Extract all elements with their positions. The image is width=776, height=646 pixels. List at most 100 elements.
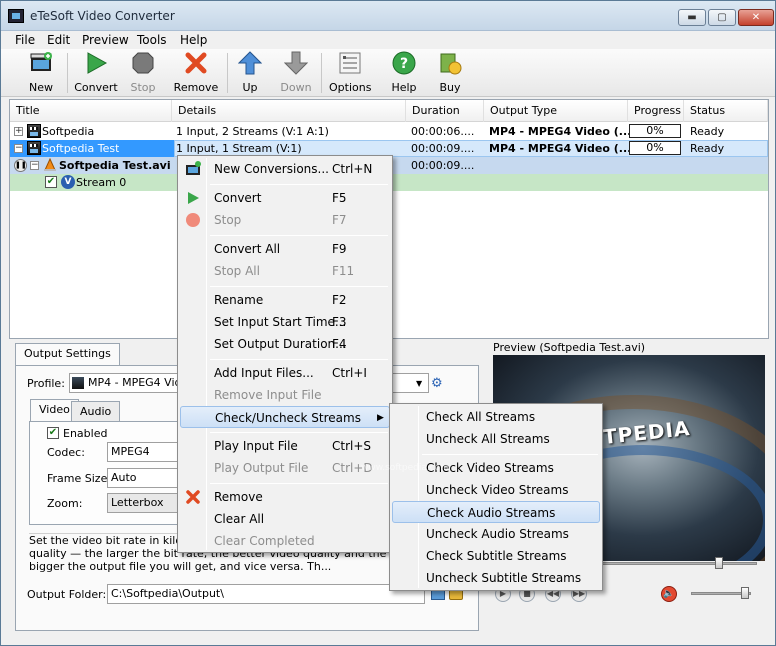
menu-item-check-subtitle-streams[interactable]: Check Subtitle Streams [392, 545, 600, 567]
zoom-select[interactable]: Letterbox [107, 493, 187, 513]
table-row[interactable]: + Softpedia 1 Input, 2 Streams (V:1 A:1)… [10, 123, 768, 140]
menu-tools[interactable]: Tools [137, 33, 167, 47]
help-icon: ? [392, 51, 416, 75]
menu-separator [422, 454, 598, 455]
menu-item-uncheck-all-streams[interactable]: Uncheck All Streams [392, 428, 600, 450]
buy-icon [440, 53, 462, 75]
remove-button[interactable]: Remove [173, 51, 219, 95]
enabled-checkbox[interactable]: ✔ [47, 427, 59, 439]
collapse-icon[interactable]: − [14, 144, 23, 153]
film-icon [27, 141, 41, 155]
buy-button[interactable]: Buy [435, 51, 465, 95]
toolbar: New Convert Stop Remove Up Down Options [1, 49, 775, 97]
film-icon [27, 124, 41, 138]
menu-item-play-input-file[interactable]: Play Input File Ctrl+S [180, 435, 390, 457]
row-details: 1 Input, 2 Streams (V:1 A:1) [176, 125, 329, 138]
menu-item-remove[interactable]: Remove [180, 486, 390, 508]
options-button[interactable]: Options [329, 51, 371, 95]
menu-item-check-uncheck-streams[interactable]: Check/Uncheck Streams ▶ [180, 406, 390, 428]
menu-item-uncheck-subtitle-streams[interactable]: Uncheck Subtitle Streams [392, 567, 600, 589]
menu-separator [210, 483, 388, 484]
play-icon [87, 52, 108, 74]
stop-icon [132, 52, 154, 74]
convert-button[interactable]: Convert [73, 51, 119, 95]
column-output-type[interactable]: Output Type [484, 100, 628, 122]
column-duration[interactable]: Duration [406, 100, 484, 122]
enabled-label: Enabled [63, 427, 108, 440]
menu-item-set-output-duration[interactable]: Set Output Duration... F4 [180, 333, 390, 355]
menu-item-check-all-streams[interactable]: Check All Streams [392, 406, 600, 428]
menu-item-stop-all[interactable]: Stop All F11 [180, 260, 390, 282]
volume-icon[interactable]: 🔈 [661, 586, 677, 602]
column-details[interactable]: Details [172, 100, 406, 122]
menu-preview[interactable]: Preview [82, 33, 129, 47]
maximize-button[interactable]: ▢ [708, 9, 736, 26]
column-title[interactable]: Title [10, 100, 172, 122]
menu-item-remove-input-file[interactable]: Remove Input File [180, 384, 390, 406]
down-button[interactable]: Down [279, 51, 313, 95]
row-status: Ready [690, 142, 725, 155]
close-button[interactable]: ✕ [738, 9, 774, 26]
seek-slider-thumb[interactable] [715, 557, 723, 569]
arrow-down-icon [284, 51, 308, 75]
toolbar-separator [227, 53, 228, 93]
menu-separator [210, 235, 388, 236]
up-button[interactable]: Up [235, 51, 265, 95]
codec-select[interactable]: MPEG4 [107, 442, 187, 462]
frame-size-select[interactable]: Auto [107, 468, 187, 488]
output-folder-input[interactable]: C:\Softpedia\Output\ [107, 584, 425, 604]
preview-label: Preview (Softpedia Test.avi) [493, 341, 646, 354]
menu-item-convert[interactable]: Convert F5 [180, 187, 390, 209]
menu-item-add-input-files[interactable]: Add Input Files... Ctrl+I [180, 362, 390, 384]
help-button[interactable]: ? Help [389, 51, 419, 95]
list-header: Title Details Duration Output Type Progr… [10, 100, 768, 122]
app-film-icon [8, 9, 24, 23]
menu-item-uncheck-audio-streams[interactable]: Uncheck Audio Streams [392, 523, 600, 545]
main-window: eTeSoft Video Converter ▬ ▢ ✕ File Edit … [0, 0, 776, 646]
stop-icon [186, 213, 200, 227]
menu-item-new-conversions[interactable]: New Conversions... Ctrl+N [180, 158, 390, 180]
minimize-button[interactable]: ▬ [678, 9, 706, 26]
gear-icon[interactable]: ⚙ [431, 376, 443, 391]
row-output-type: MP4 - MPEG4 Video (... [489, 142, 632, 155]
menu-separator [210, 184, 388, 185]
stop-button[interactable]: Stop [125, 51, 161, 95]
options-icon [339, 52, 361, 74]
row-title: Softpedia Test [42, 142, 120, 155]
new-button[interactable]: New [23, 51, 59, 95]
menu-item-convert-all[interactable]: Convert All F9 [180, 238, 390, 260]
menu-item-check-audio-streams[interactable]: Check Audio Streams [392, 501, 600, 523]
menu-item-clear-completed[interactable]: Clear Completed [180, 530, 390, 552]
menu-help[interactable]: Help [180, 33, 207, 47]
row-duration: 00:00:06.... [411, 125, 475, 138]
menu-item-set-input-start-time[interactable]: Set Input Start Time... F3 [180, 311, 390, 333]
context-menu: New Conversions... Ctrl+N Convert F5 Stop F… [177, 155, 393, 553]
expand-icon[interactable]: + [14, 127, 23, 136]
menu-item-uncheck-video-streams[interactable]: Uncheck Video Streams [392, 479, 600, 501]
video-stream-icon: V [61, 175, 75, 189]
menu-bar: File Edit Preview Tools Help [1, 31, 775, 49]
svg-text:?: ? [400, 56, 408, 72]
menu-item-rename[interactable]: Rename F2 [180, 289, 390, 311]
menu-file[interactable]: File [15, 33, 35, 47]
output-folder-label: Output Folder: [27, 588, 107, 601]
remove-icon [186, 490, 200, 504]
title-bar[interactable]: eTeSoft Video Converter ▬ ▢ ✕ [1, 1, 775, 31]
column-status[interactable]: Status [684, 100, 768, 122]
column-progress[interactable]: Progress [628, 100, 684, 122]
remove-icon [185, 52, 207, 74]
tab-audio[interactable]: Audio [71, 401, 121, 421]
arrow-up-icon [238, 51, 262, 75]
menu-item-clear-all[interactable]: Clear All [180, 508, 390, 530]
collapse-icon[interactable]: − [30, 161, 39, 170]
menu-edit[interactable]: Edit [47, 33, 70, 47]
menu-item-stop[interactable]: Stop F7 [180, 209, 390, 231]
tab-output-settings[interactable]: Output Settings [15, 343, 120, 365]
menu-separator [210, 432, 388, 433]
frame-size-label: Frame Size: [47, 472, 112, 485]
menu-item-play-output-file[interactable]: Play Output File Ctrl+D [180, 457, 390, 479]
chevron-down-icon[interactable]: ▼ [416, 379, 422, 388]
stream-checkbox[interactable]: ✔ [45, 176, 57, 188]
pause-icon[interactable]: ❚❚ [14, 159, 27, 172]
volume-slider-thumb[interactable] [741, 587, 749, 599]
